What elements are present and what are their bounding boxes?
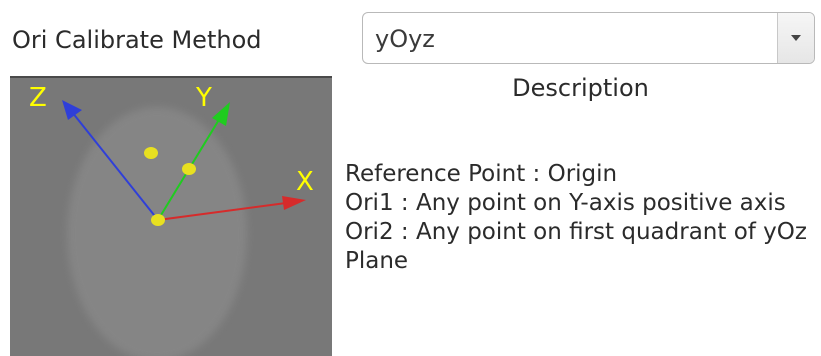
y-axis-label: Y	[195, 83, 212, 113]
chevron-down-icon	[791, 35, 801, 41]
x-axis-label: X	[296, 167, 314, 197]
description-body: Reference Point : Origin Ori1 : Any poin…	[345, 160, 821, 276]
dropdown-selected-value: yOyz	[375, 25, 435, 53]
ori-calibrate-method-label: Ori Calibrate Method	[12, 26, 262, 54]
origin-point	[151, 214, 165, 226]
description-title: Description	[512, 74, 649, 102]
description-line-reference: Reference Point : Origin	[345, 161, 618, 187]
plane-ellipse	[67, 107, 247, 356]
z-axis-label: Z	[29, 83, 47, 113]
ori1-point	[182, 163, 196, 175]
ori2-point	[144, 147, 158, 159]
diagram-top-border	[10, 76, 332, 78]
description-line-ori2: Ori2 : Any point on first quadrant of yO…	[345, 219, 807, 274]
coordinate-diagram: Z Y X	[10, 76, 332, 356]
dropdown-button[interactable]	[777, 13, 814, 63]
description-line-ori1: Ori1 : Any point on Y-axis positive axis	[345, 190, 786, 216]
ori-calibrate-method-dropdown[interactable]: yOyz	[362, 12, 815, 64]
